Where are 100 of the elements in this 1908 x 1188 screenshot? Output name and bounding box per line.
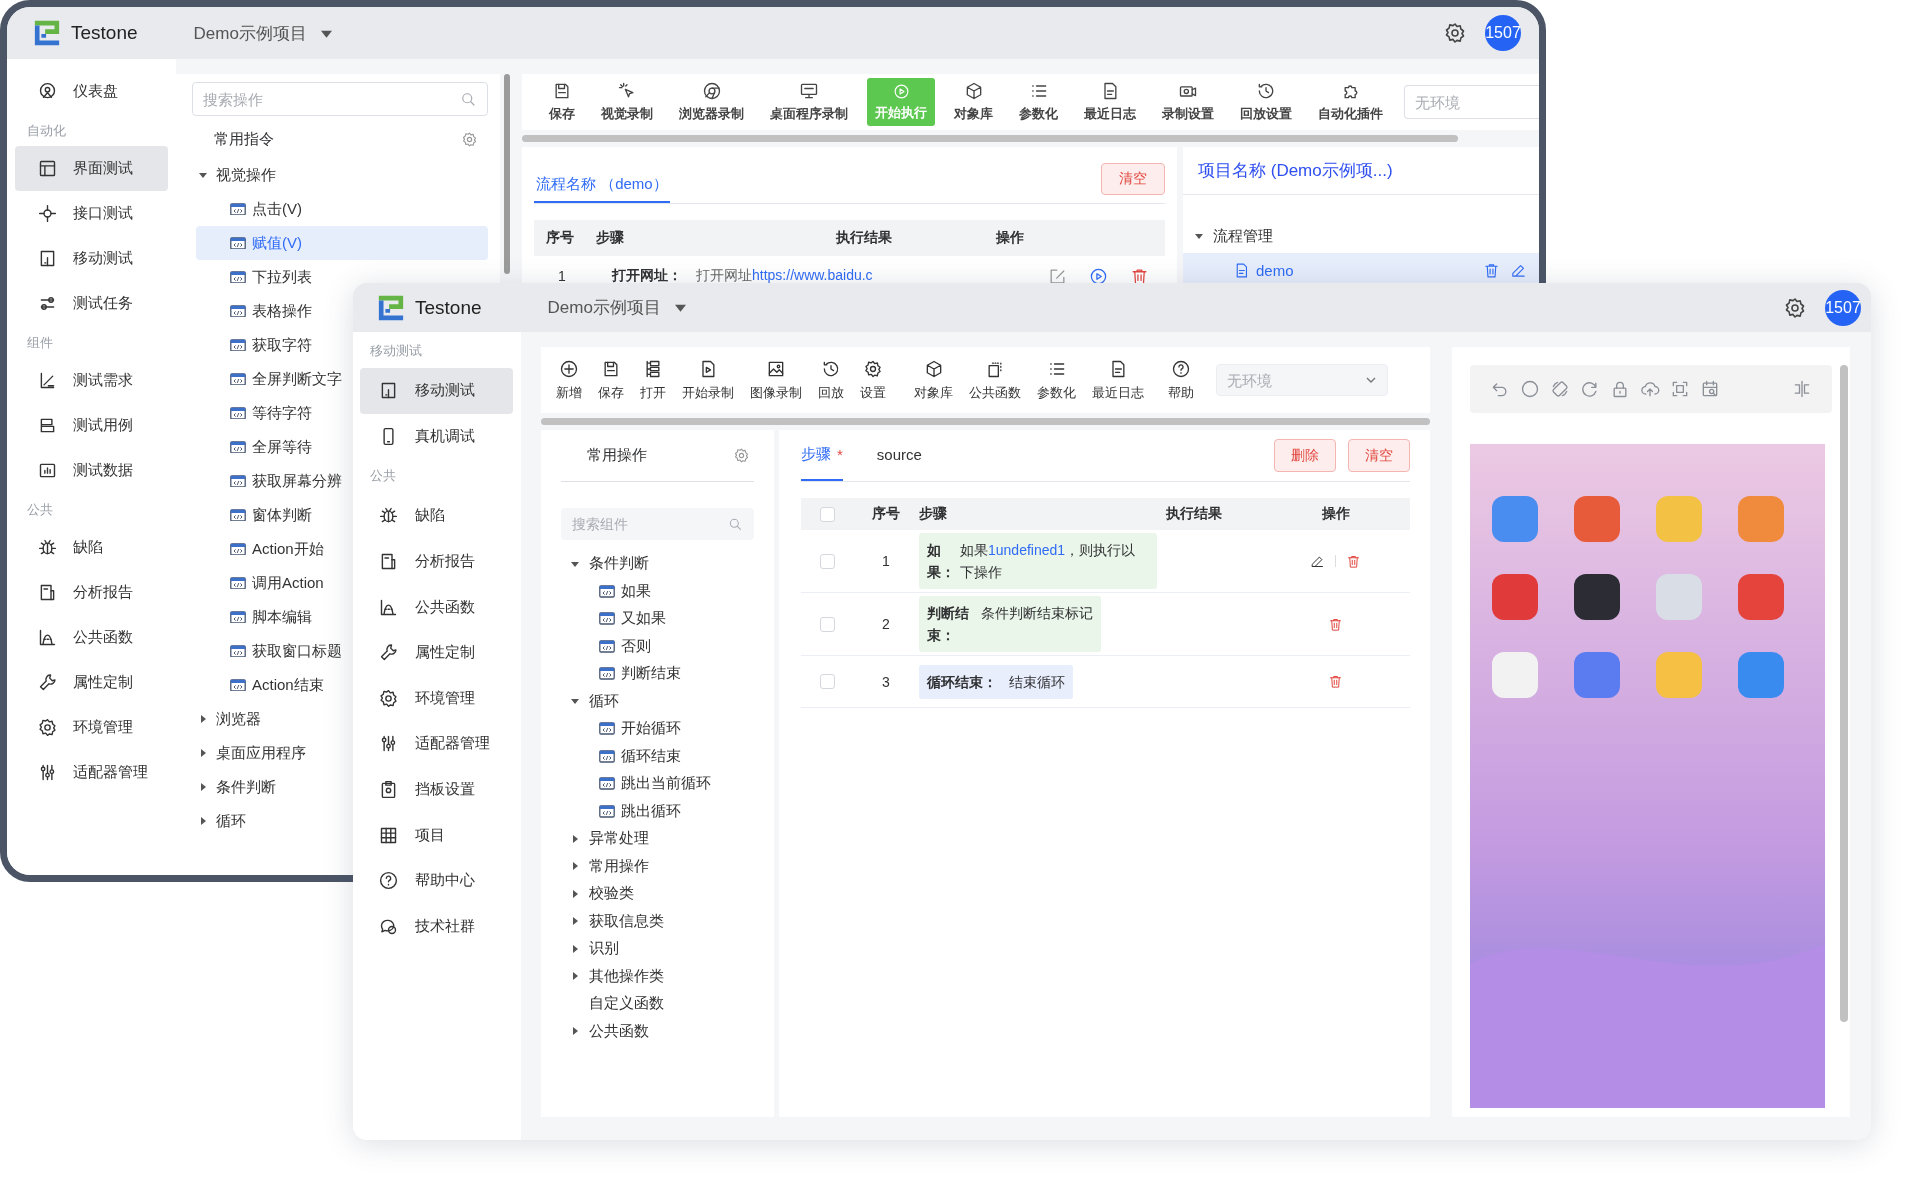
tree-folder[interactable]: 异常处理 — [561, 829, 649, 849]
toolbar-button[interactable]: 回放 — [810, 358, 852, 402]
nav-item[interactable]: 属性定制 — [15, 660, 168, 705]
tree-folder[interactable]: 常用操作 — [561, 856, 649, 876]
nav-item[interactable]: 环境管理 — [15, 705, 168, 750]
calendar-icon[interactable] — [1700, 379, 1720, 399]
caret-icon[interactable] — [571, 944, 579, 953]
delete-icon[interactable] — [1483, 261, 1500, 279]
tree-folder[interactable]: 浏览器 — [196, 709, 261, 729]
nav-item[interactable]: 分析报告 — [15, 570, 168, 615]
toolbar-button[interactable]: 对象库 — [941, 81, 1006, 123]
toolbar-button[interactable]: 打开 — [632, 358, 674, 402]
delete-icon[interactable] — [1346, 553, 1361, 569]
tree-item[interactable]: 点击(V) — [230, 199, 302, 219]
caret-icon[interactable] — [571, 1027, 579, 1036]
caret-icon[interactable] — [199, 749, 207, 757]
play-icon[interactable] — [1089, 266, 1108, 286]
search-field[interactable]: 搜索操作 — [193, 83, 487, 115]
tree-folder[interactable]: 条件判断 — [561, 554, 649, 574]
checkbox[interactable] — [819, 506, 835, 522]
caret-icon[interactable] — [199, 715, 207, 723]
nav-item[interactable]: 适配器管理 — [360, 721, 513, 767]
tree-folder[interactable]: 获取信息类 — [561, 911, 664, 931]
caret-icon[interactable] — [571, 917, 579, 926]
tree-item[interactable]: 表格操作 — [230, 301, 312, 321]
tree-item[interactable]: 循环结束 — [589, 746, 681, 766]
tree-item[interactable]: 赋值(V) — [230, 233, 302, 253]
circle-icon[interactable] — [1520, 379, 1540, 399]
environment-select[interactable]: 无环境 — [1405, 86, 1539, 118]
toolbar-button[interactable]: 最近日志 — [1084, 358, 1152, 402]
toolbar-button[interactable]: 录制设置 — [1149, 81, 1227, 123]
tree-item[interactable]: Action结束 — [230, 675, 324, 695]
toolbar-button[interactable]: 最近日志 — [1071, 81, 1149, 123]
tab[interactable]: 流程名称 （demo） — [534, 167, 670, 203]
action-button[interactable]: 删除 — [1274, 439, 1336, 472]
caret-icon[interactable] — [571, 834, 579, 843]
settings-icon[interactable] — [1443, 21, 1467, 45]
delete-icon[interactable] — [1328, 616, 1343, 632]
toolbar-button[interactable]: 浏览器录制 — [666, 81, 757, 123]
tree-item[interactable]: 获取字符 — [230, 335, 312, 355]
tab[interactable]: 步骤 * — [801, 430, 843, 481]
nav-item[interactable]: 移动测试 — [360, 368, 513, 414]
toolbar-button[interactable]: 参数化 — [1029, 358, 1084, 402]
nav-item[interactable]: 缺陷 — [360, 493, 513, 539]
redo-icon[interactable] — [1580, 379, 1600, 399]
search-field[interactable]: 搜索组件 — [562, 509, 753, 539]
project-selector[interactable]: Demo示例项目 — [547, 296, 661, 319]
caret-icon[interactable] — [199, 783, 207, 791]
tree-item[interactable]: 调用Action — [230, 573, 324, 593]
nav-item[interactable]: 分析报告 — [360, 538, 513, 585]
tree-item[interactable]: 跳出当前循环 — [589, 774, 711, 794]
tree-folder[interactable]: 校验类 — [561, 884, 634, 904]
tree-item[interactable]: 判断结束 — [589, 664, 681, 684]
tree-item[interactable]: 获取屏幕分辨 — [230, 471, 342, 491]
nav-item[interactable]: 测试用例 — [15, 403, 168, 448]
nav-item[interactable]: 测试需求 — [15, 358, 168, 403]
toolbar-button[interactable]: 新增 — [548, 358, 590, 402]
checkbox[interactable] — [819, 674, 835, 689]
tree-item[interactable]: 又如果 — [589, 609, 666, 629]
scrollbar[interactable] — [541, 418, 1430, 425]
toolbar-button[interactable]: 图像录制 — [742, 358, 810, 402]
tree-folder[interactable]: 其他操作类 — [561, 966, 664, 986]
tree-item[interactable]: 窗体判断 — [230, 505, 312, 525]
tree-item[interactable]: 等待字符 — [230, 403, 312, 423]
caret-icon[interactable] — [674, 302, 686, 313]
tree-folder[interactable]: 循环 — [561, 691, 619, 711]
toolbar-button[interactable]: 桌面程序录制 — [757, 81, 861, 123]
tree-item[interactable]: 跳出循环 — [589, 801, 681, 821]
toolbar-button[interactable]: 保存 — [536, 81, 588, 123]
link[interactable]: https://www.baidu.c — [752, 267, 873, 283]
nav-item[interactable]: 接口测试 — [15, 191, 168, 236]
tree-item[interactable]: 脚本编辑 — [230, 607, 312, 627]
caret-icon[interactable] — [571, 889, 579, 898]
settings-icon[interactable] — [1783, 295, 1807, 320]
toolbar-button[interactable]: 公共函数 — [961, 358, 1029, 402]
nav-item[interactable]: 测试数据 — [15, 448, 168, 493]
checkbox[interactable] — [819, 616, 835, 632]
delete-icon[interactable] — [1328, 674, 1343, 689]
user-avatar[interactable]: 1507 — [1825, 289, 1861, 326]
tree-folder[interactable]: 循环 — [196, 811, 246, 831]
toolbar-button[interactable]: 设置 — [852, 358, 894, 402]
nav-item[interactable]: 公共函数 — [15, 615, 168, 660]
tree-folder[interactable]: 识别 — [561, 939, 619, 959]
nav-item[interactable]: 公共函数 — [360, 584, 513, 630]
caret-icon[interactable] — [1195, 232, 1203, 240]
scrollbar[interactable] — [1840, 365, 1848, 1022]
nav-item[interactable]: 真机调试 — [360, 413, 513, 460]
rotate-icon[interactable] — [1550, 379, 1570, 399]
toolbar-button[interactable]: 自动化插件 — [1305, 81, 1396, 123]
tab[interactable]: source — [876, 430, 922, 481]
tree-item[interactable]: 自定义函数 — [561, 994, 664, 1014]
tree-folder[interactable]: 视觉操作 — [196, 165, 276, 185]
caret-icon[interactable] — [571, 972, 579, 981]
scrollbar[interactable] — [522, 135, 1458, 142]
nav-item[interactable]: 适配器管理 — [15, 750, 168, 795]
nav-item[interactable]: 项目 — [360, 812, 513, 858]
toolbar-button[interactable]: 视觉录制 — [588, 81, 666, 123]
tree-item[interactable]: 全屏等待 — [230, 437, 312, 457]
project-selector[interactable]: Demo示例项目 — [193, 21, 307, 45]
nav-item[interactable]: 移动测试 — [15, 236, 168, 281]
